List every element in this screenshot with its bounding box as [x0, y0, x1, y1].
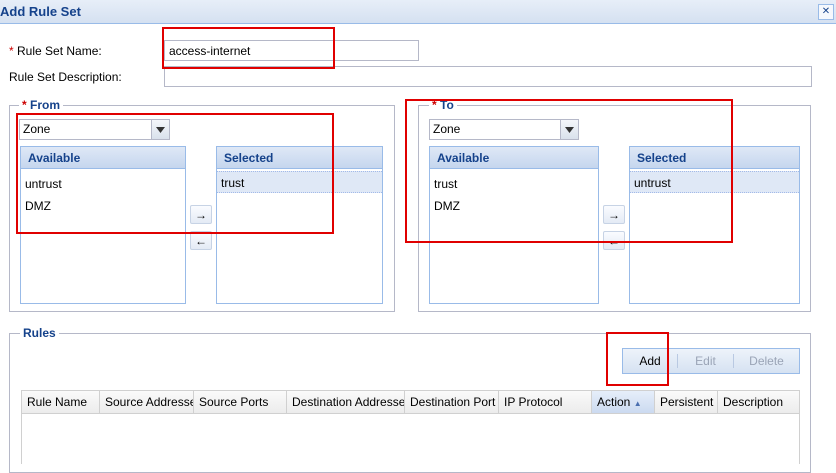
- column-source-ports[interactable]: Source Ports: [194, 391, 287, 413]
- rule-set-description-label: Rule Set Description:: [9, 70, 122, 84]
- column-action[interactable]: Action ▲: [592, 391, 655, 413]
- column-ip-protocol[interactable]: IP Protocol: [499, 391, 592, 413]
- dialog-title-bar: Add Rule Set ✕: [0, 0, 836, 24]
- list-item[interactable]: untrust: [630, 171, 799, 193]
- rule-set-name-label: * Rule Set Name:: [9, 44, 102, 58]
- from-type-select[interactable]: Zone: [19, 119, 170, 140]
- delete-rule-button[interactable]: Delete: [734, 349, 799, 373]
- chevron-down-icon[interactable]: [151, 120, 169, 139]
- to-selected-list[interactable]: Selected untrust: [629, 146, 800, 304]
- rules-grid-header: Rule Name Source Addresse Source Ports D…: [21, 390, 800, 414]
- rules-legend: Rules: [20, 326, 59, 340]
- add-rule-button[interactable]: Add: [623, 349, 677, 373]
- chevron-down-icon[interactable]: [560, 120, 578, 139]
- arrow-right-icon: →: [608, 207, 620, 222]
- sort-ascending-icon: ▲: [633, 399, 642, 408]
- from-selected-header: Selected: [217, 147, 382, 169]
- list-item[interactable]: trust: [430, 173, 598, 195]
- column-destination-address[interactable]: Destination Addresse: [287, 391, 405, 413]
- to-available-header: Available: [430, 147, 598, 169]
- to-available-list[interactable]: Available trust DMZ: [429, 146, 599, 304]
- column-destination-port[interactable]: Destination Port: [405, 391, 499, 413]
- from-available-header: Available: [21, 147, 185, 169]
- from-move-right-button[interactable]: →: [190, 205, 212, 224]
- arrow-right-icon: →: [195, 207, 207, 222]
- to-move-left-button[interactable]: ←: [603, 231, 625, 250]
- close-icon[interactable]: ✕: [818, 4, 834, 20]
- from-move-left-button[interactable]: ←: [190, 231, 212, 250]
- rule-set-description-input[interactable]: [164, 66, 812, 87]
- column-description[interactable]: Description: [718, 391, 800, 413]
- column-persistent[interactable]: Persistent: [655, 391, 718, 413]
- required-marker: *: [9, 44, 14, 58]
- rule-set-name-input[interactable]: access-internet: [164, 40, 419, 61]
- to-move-right-button[interactable]: →: [603, 205, 625, 224]
- to-type-select[interactable]: Zone: [429, 119, 579, 140]
- list-item[interactable]: DMZ: [430, 195, 598, 217]
- to-selected-header: Selected: [630, 147, 799, 169]
- arrow-left-icon: ←: [608, 233, 620, 248]
- from-selected-list[interactable]: Selected trust: [216, 146, 383, 304]
- list-item[interactable]: trust: [217, 171, 382, 193]
- list-item[interactable]: untrust: [21, 173, 185, 195]
- from-legend: * From: [19, 98, 64, 112]
- column-rule-name[interactable]: Rule Name: [22, 391, 100, 413]
- dialog-title: Add Rule Set: [0, 4, 81, 19]
- edit-rule-button[interactable]: Edit: [678, 349, 733, 373]
- list-item[interactable]: DMZ: [21, 195, 185, 217]
- rules-toolbar: Add Edit Delete: [622, 348, 800, 374]
- to-legend: * To: [429, 98, 457, 112]
- from-available-list[interactable]: Available untrust DMZ: [20, 146, 186, 304]
- column-source-address[interactable]: Source Addresse: [100, 391, 194, 413]
- rules-grid-body[interactable]: [21, 414, 800, 464]
- arrow-left-icon: ←: [195, 233, 207, 248]
